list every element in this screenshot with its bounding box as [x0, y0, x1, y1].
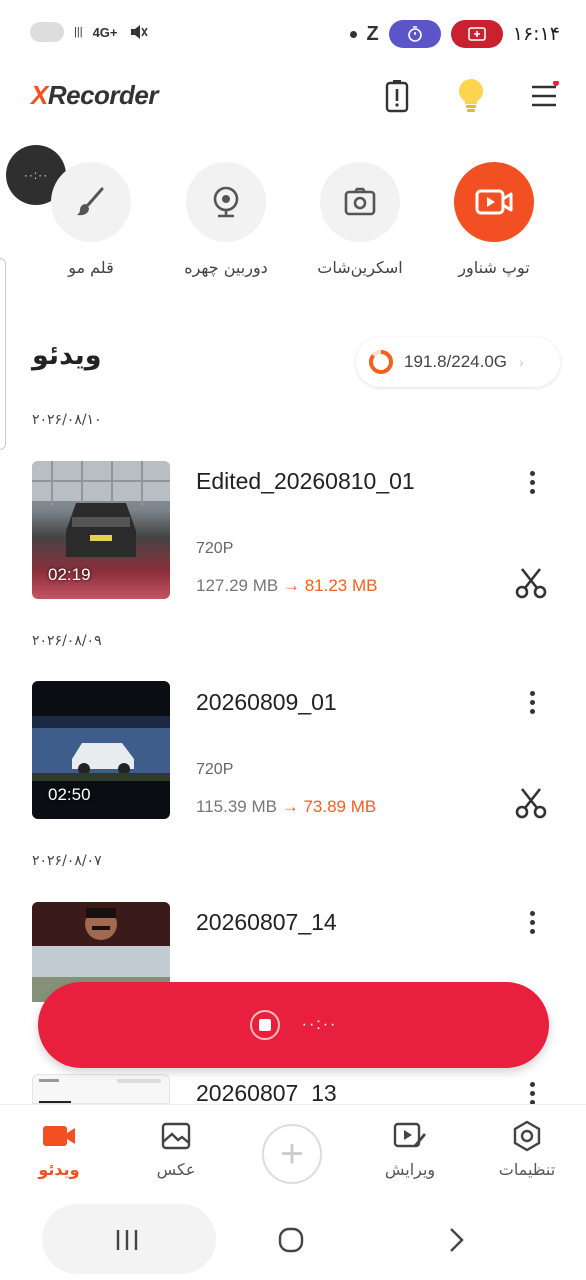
- menu-icon[interactable]: [524, 76, 564, 116]
- edit-video-icon: [393, 1122, 427, 1148]
- date-header: ۲۰۲۶/۰۸/۱۰: [32, 412, 102, 428]
- scissors-icon[interactable]: [514, 566, 548, 600]
- video-resolution: 720P: [196, 540, 234, 557]
- video-duration: 02:19: [48, 565, 91, 584]
- chevron-right-icon: ›: [519, 354, 524, 370]
- settings-icon: [513, 1120, 541, 1152]
- scissors-icon[interactable]: [514, 786, 548, 820]
- screenshot-button[interactable]: [320, 162, 400, 242]
- recording-timer: ··:··: [301, 1016, 338, 1033]
- back-icon[interactable]: [436, 1220, 476, 1260]
- image-icon: [161, 1122, 191, 1150]
- battery-icon: [30, 22, 64, 42]
- screen-record-icon: [450, 20, 503, 48]
- nav-label: ویرایش: [384, 1160, 436, 1179]
- video-resolution: 720P: [196, 761, 234, 778]
- video-title[interactable]: 20260807_13: [196, 1080, 337, 1107]
- nav-edit[interactable]: ویرایش: [360, 1120, 460, 1179]
- more-options-icon[interactable]: [520, 467, 544, 497]
- nav-settings[interactable]: تنظیمات: [477, 1120, 577, 1179]
- home-icon[interactable]: [271, 1220, 311, 1260]
- brush-icon: [77, 187, 104, 216]
- nav-label: ویدئو: [38, 1160, 80, 1179]
- signal-icon: |||: [74, 26, 83, 38]
- more-options-icon[interactable]: [520, 907, 544, 937]
- z-icon: Z: [366, 22, 379, 45]
- recents-icon[interactable]: [107, 1220, 147, 1260]
- storage-ring-icon: [369, 350, 393, 374]
- add-button[interactable]: +: [262, 1124, 322, 1184]
- storage-indicator[interactable]: 191.8/224.0G ›: [356, 337, 560, 387]
- recording-control-bar[interactable]: ··:··: [38, 982, 549, 1068]
- date-header: ۲۰۲۶/۰۸/۰۹: [32, 633, 102, 649]
- tool-label-screenshot: اسکرین‌شات: [317, 258, 403, 277]
- timer-icon: [388, 20, 441, 48]
- clock: ۱۶:۱۴: [512, 23, 560, 45]
- screenshot-icon: [344, 187, 376, 216]
- network-type: 4G+: [92, 24, 118, 40]
- video-size: 115.39 MB → 73.89 MB: [196, 797, 377, 816]
- battery-alert-icon[interactable]: [377, 76, 417, 116]
- video-thumbnail[interactable]: 02:19: [32, 461, 170, 599]
- video-title[interactable]: 20260809_01: [196, 689, 337, 716]
- video-icon: [43, 1126, 75, 1146]
- status-right: Z ۱۶:۱۴: [349, 20, 560, 48]
- video-camera-icon: [475, 189, 513, 215]
- tool-label-floating-ball: توپ شناور: [458, 258, 530, 277]
- video-title[interactable]: 20260807_14: [196, 909, 337, 936]
- video-thumbnail[interactable]: [32, 1074, 170, 1104]
- face-cam-button[interactable]: [186, 162, 266, 242]
- video-size: 127.29 MB → 81.23 MB: [196, 576, 378, 595]
- status-bar: ||| 4G+ Z ۱۶:۱۴: [0, 0, 586, 66]
- status-left: ||| 4G+: [30, 22, 148, 42]
- tool-label-brush: قلم مو: [68, 258, 114, 277]
- more-options-icon[interactable]: [520, 687, 544, 717]
- video-title[interactable]: Edited_20260810_01: [196, 468, 415, 495]
- nav-photos[interactable]: عکس: [126, 1120, 226, 1179]
- video-thumbnail[interactable]: 02:50: [32, 681, 170, 819]
- section-title: ویدئو: [32, 340, 102, 371]
- notification-dot-icon: [349, 30, 357, 38]
- video-duration: 02:50: [48, 785, 91, 804]
- side-panel-handle[interactable]: [0, 258, 6, 450]
- stop-recording-icon[interactable]: [249, 1010, 280, 1040]
- nav-videos[interactable]: ویدئو: [9, 1120, 109, 1179]
- nav-label: عکس: [156, 1160, 196, 1179]
- date-header: ۲۰۲۶/۰۸/۰۷: [32, 853, 102, 869]
- nav-label: تنظیمات: [498, 1160, 556, 1179]
- app-logo: XRecorder: [31, 80, 159, 110]
- floating-ball-button[interactable]: [454, 162, 534, 242]
- webcam-icon: [213, 186, 239, 218]
- tool-label-facecam: دوربین چهره: [184, 258, 268, 277]
- mute-icon: [130, 25, 148, 39]
- lightbulb-icon[interactable]: [451, 76, 491, 116]
- brush-button[interactable]: [51, 162, 131, 242]
- storage-text: 191.8/224.0G: [404, 352, 508, 371]
